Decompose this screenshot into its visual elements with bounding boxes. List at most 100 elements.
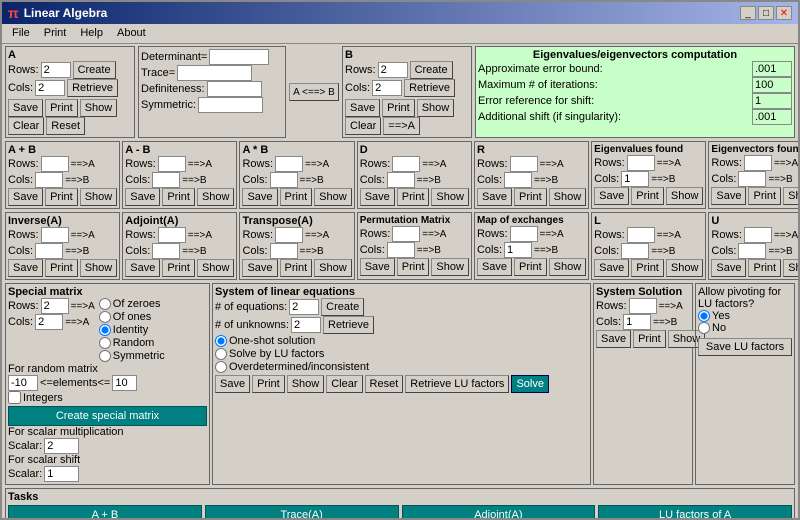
atb-show[interactable]: Show [314, 188, 352, 206]
sys-sol-save[interactable]: Save [596, 330, 631, 348]
sys-retrieve-lu-button[interactable]: Retrieve LU factors [405, 375, 509, 393]
inv-cols[interactable] [35, 243, 63, 259]
matrix-a-show-button[interactable]: Show [80, 99, 118, 117]
sys-sol-rows[interactable] [629, 298, 657, 314]
r-show[interactable]: Show [549, 188, 587, 206]
sm-radio-ones[interactable]: Of ones [99, 311, 165, 323]
ab-swap-button[interactable]: A <==> B [289, 83, 339, 101]
task-btn-2[interactable]: Adjoint(A) [402, 505, 596, 518]
sys-radio-lu[interactable]: Solve by LU factors [215, 348, 588, 360]
l-show[interactable]: Show [666, 259, 704, 277]
amb-save[interactable]: Save [125, 188, 160, 206]
matrix-b-save-button[interactable]: Save [345, 99, 380, 117]
matrix-a-cols-input[interactable] [35, 80, 65, 96]
pivot-no-radio[interactable]: No [698, 322, 792, 334]
perm-show[interactable]: Show [431, 258, 469, 276]
atb-print[interactable]: Print [280, 188, 313, 206]
d-rows[interactable] [392, 156, 420, 172]
atb-save[interactable]: Save [242, 188, 277, 206]
sys-create-button[interactable]: Create [321, 298, 364, 316]
sm-rows[interactable] [41, 298, 69, 314]
eigval-cols[interactable] [621, 171, 649, 187]
sys-reset-button[interactable]: Reset [365, 375, 404, 393]
l-cols[interactable] [621, 243, 649, 259]
trans-rows[interactable] [275, 227, 303, 243]
eigvec-rows[interactable] [744, 155, 772, 171]
map-save[interactable]: Save [477, 258, 512, 276]
apb-save[interactable]: Save [8, 188, 43, 206]
sm-scalar-shift-input[interactable] [44, 466, 79, 482]
r-print[interactable]: Print [514, 188, 547, 206]
matrix-a-create-button[interactable]: Create [73, 61, 116, 79]
map-show[interactable]: Show [549, 258, 587, 276]
u-show[interactable]: Show [783, 259, 798, 277]
sm-integers-check[interactable]: Integers [8, 391, 207, 404]
amb-print[interactable]: Print [162, 188, 195, 206]
minimize-button[interactable]: _ [740, 6, 756, 20]
sys-show-button[interactable]: Show [287, 375, 325, 393]
r-cols[interactable] [504, 172, 532, 188]
sys-solve-button[interactable]: Solve [511, 375, 549, 393]
d-save[interactable]: Save [360, 188, 395, 206]
amb-show[interactable]: Show [197, 188, 235, 206]
perm-save[interactable]: Save [360, 258, 395, 276]
task-btn-0[interactable]: A + B [8, 505, 202, 518]
apb-print[interactable]: Print [45, 188, 78, 206]
perm-print[interactable]: Print [397, 258, 430, 276]
adj-cols[interactable] [152, 243, 180, 259]
determinant-input[interactable] [209, 49, 269, 65]
u-save[interactable]: Save [711, 259, 746, 277]
sys-radio-oneshot[interactable]: One-shot solution [215, 335, 588, 347]
adj-show[interactable]: Show [197, 259, 235, 277]
eigen-addshift-input[interactable] [752, 109, 792, 125]
eigen-error-input[interactable] [752, 61, 792, 77]
matrix-b-clear-button[interactable]: Clear [345, 117, 381, 135]
apb-cols[interactable] [35, 172, 63, 188]
eigval-print[interactable]: Print [631, 187, 664, 205]
sm-radio-symmetric[interactable]: Symmetric [99, 350, 165, 362]
u-print[interactable]: Print [748, 259, 781, 277]
menu-file[interactable]: File [6, 26, 36, 41]
eigval-show[interactable]: Show [666, 187, 704, 205]
apb-rows[interactable] [41, 156, 69, 172]
adj-save[interactable]: Save [125, 259, 160, 277]
u-cols[interactable] [738, 243, 766, 259]
matrix-b-retrieve-button[interactable]: Retrieve [404, 79, 455, 97]
eigen-maxiter-input[interactable] [752, 77, 792, 93]
symmetric-input[interactable] [198, 97, 263, 113]
l-save[interactable]: Save [594, 259, 629, 277]
eigval-save[interactable]: Save [594, 187, 629, 205]
perm-rows[interactable] [392, 226, 420, 242]
l-rows[interactable] [627, 227, 655, 243]
sys-save-button[interactable]: Save [215, 375, 250, 393]
map-rows[interactable] [510, 226, 538, 242]
sys-sol-cols[interactable] [623, 314, 651, 330]
sm-max-input[interactable] [112, 375, 137, 391]
sys-radio-overdetermined[interactable]: Overdetermined/inconsistent [215, 361, 588, 373]
matrix-b-show-button[interactable]: Show [417, 99, 455, 117]
matrix-b-rows-input[interactable] [378, 62, 408, 78]
menu-print[interactable]: Print [38, 26, 73, 41]
eigval-rows[interactable] [627, 155, 655, 171]
sm-radio-random[interactable]: Random [99, 337, 165, 349]
matrix-a-retrieve-button[interactable]: Retrieve [67, 79, 118, 97]
matrix-b-reset-a-button[interactable]: ==>A [383, 117, 420, 135]
sys-print-button[interactable]: Print [252, 375, 285, 393]
perm-cols[interactable] [387, 242, 415, 258]
sys-sol-print[interactable]: Print [633, 330, 666, 348]
menu-about[interactable]: About [111, 26, 152, 41]
u-rows[interactable] [744, 227, 772, 243]
r-rows[interactable] [510, 156, 538, 172]
pivot-yes-radio[interactable]: Yes [698, 310, 792, 322]
inv-save[interactable]: Save [8, 259, 43, 277]
maximize-button[interactable]: □ [758, 6, 774, 20]
inv-rows[interactable] [41, 227, 69, 243]
close-button[interactable]: ✕ [776, 6, 792, 20]
sys-numeq-input[interactable] [289, 299, 319, 315]
trans-cols[interactable] [270, 243, 298, 259]
sys-numunk-input[interactable] [291, 317, 321, 333]
task-btn-1[interactable]: Trace(A) [205, 505, 399, 518]
eigvec-show[interactable]: Show [783, 187, 798, 205]
map-cols[interactable] [504, 242, 532, 258]
eigvec-print[interactable]: Print [748, 187, 781, 205]
